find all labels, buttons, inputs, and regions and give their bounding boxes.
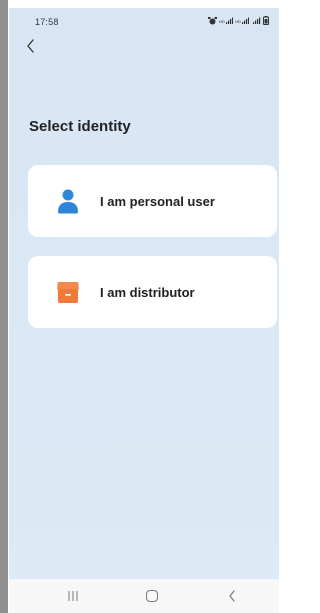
status-bar: 17:58 HD HD (9, 8, 279, 32)
system-nav-bar (9, 579, 279, 613)
battery-icon (263, 16, 269, 25)
recents-icon (68, 591, 78, 601)
alarm-icon (208, 16, 217, 24)
device-frame: 17:58 HD HD Select identity I am persona… (0, 0, 287, 613)
distributor-label: I am distributor (100, 285, 195, 300)
chevron-left-icon (27, 39, 34, 53)
device-edge (0, 0, 8, 613)
home-icon (146, 590, 158, 602)
distributor-option[interactable]: I am distributor (28, 256, 277, 328)
svg-text:HD: HD (235, 19, 241, 24)
back-button[interactable] (23, 38, 39, 54)
hd-signal-icon: HD (219, 17, 233, 24)
system-back-button[interactable] (212, 579, 252, 613)
status-time: 17:58 (35, 17, 59, 27)
person-icon (58, 189, 78, 214)
4g-signal-icon (253, 17, 261, 24)
personal-user-label: I am personal user (100, 194, 215, 209)
personal-user-option[interactable]: I am personal user (28, 165, 277, 237)
home-button[interactable] (132, 579, 172, 613)
back-icon (229, 590, 235, 602)
hd-signal-icon: HD (235, 17, 249, 24)
store-icon (57, 282, 79, 303)
app-screen: 17:58 HD HD Select identity I am persona… (9, 8, 279, 579)
status-icons: HD HD (208, 16, 269, 25)
svg-text:HD: HD (219, 19, 225, 24)
page-title: Select identity (29, 118, 131, 135)
recents-button[interactable] (53, 579, 93, 613)
